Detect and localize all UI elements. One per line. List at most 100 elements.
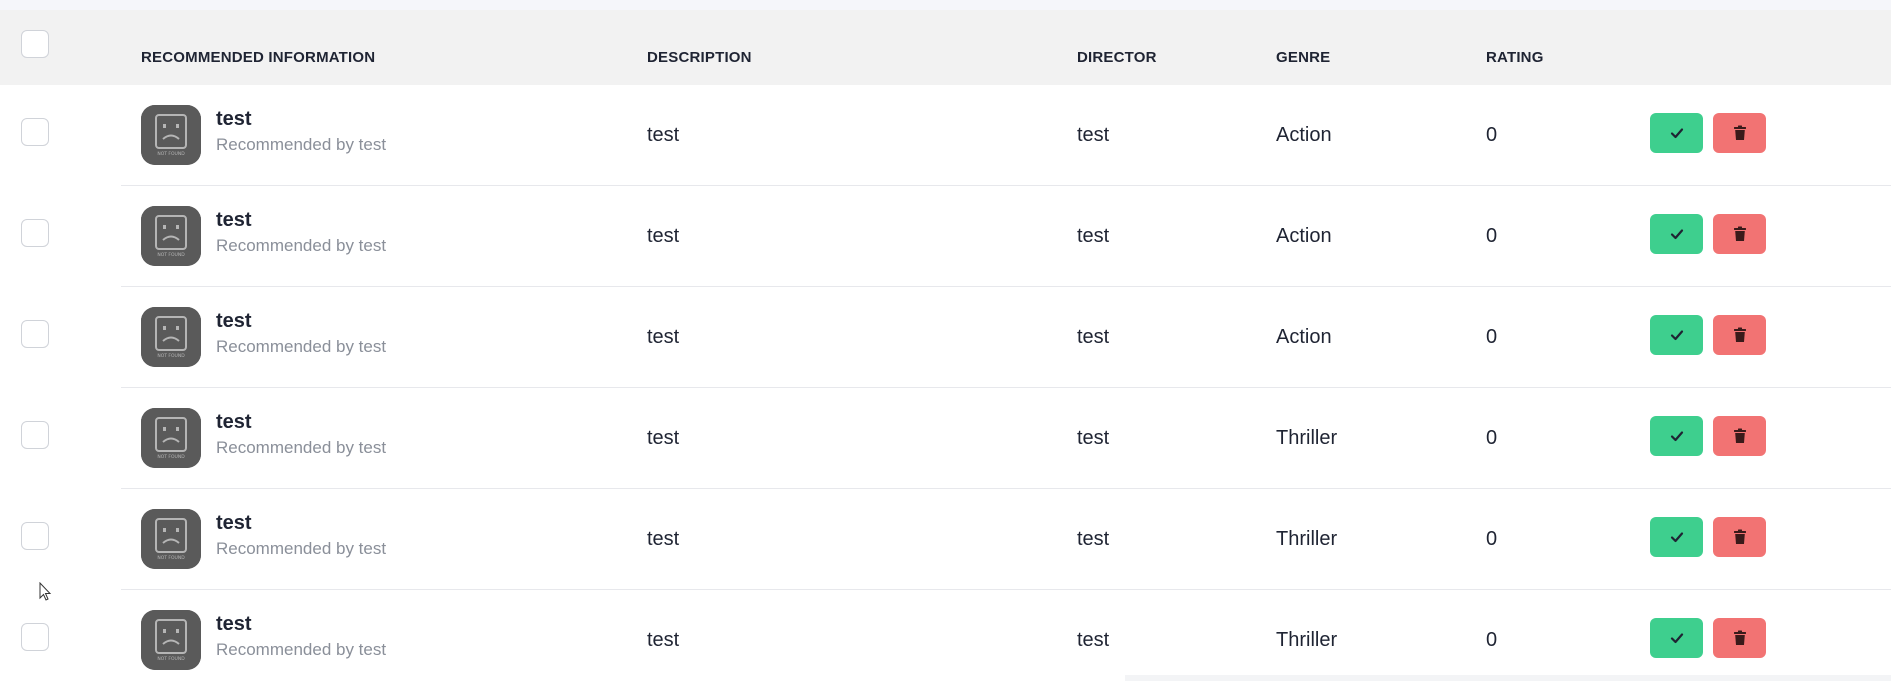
top-strip	[0, 0, 1891, 10]
sad-face-icon: NOT FOUND	[141, 206, 201, 266]
description-cell: test	[647, 629, 680, 651]
director-cell: test	[1077, 629, 1110, 651]
rating-cell: 0	[1486, 629, 1498, 651]
recommendation-title: test	[216, 411, 252, 433]
thumbnail-label: NOT FOUND	[157, 555, 185, 561]
trash-icon	[1733, 226, 1746, 241]
sad-face-icon: NOT FOUND	[141, 408, 201, 468]
column-header-description: DESCRIPTION	[647, 49, 752, 66]
thumbnail-label: NOT FOUND	[157, 656, 185, 662]
director-cell: test	[1077, 528, 1110, 550]
row-checkbox[interactable]	[21, 522, 49, 550]
row-checkbox[interactable]	[21, 623, 49, 651]
approve-button[interactable]	[1650, 618, 1703, 658]
poster-thumbnail: NOT FOUND	[141, 408, 201, 468]
delete-button[interactable]	[1713, 416, 1766, 456]
delete-button[interactable]	[1713, 315, 1766, 355]
sad-face-icon: NOT FOUND	[141, 509, 201, 569]
recommended-by-text: Recommended by test	[216, 640, 387, 659]
genre-cell: Action	[1276, 124, 1332, 146]
rating-cell: 0	[1486, 225, 1498, 247]
poster-thumbnail: NOT FOUND	[141, 307, 201, 367]
rating-cell: 0	[1486, 528, 1498, 550]
description-cell: test	[647, 124, 680, 146]
genre-cell: Thriller	[1276, 629, 1338, 651]
poster-thumbnail: NOT FOUND	[141, 610, 201, 670]
mouse-cursor-icon	[39, 582, 52, 601]
poster-thumbnail: NOT FOUND	[141, 509, 201, 569]
check-icon	[1670, 128, 1683, 139]
director-cell: test	[1077, 326, 1110, 348]
recommended-by-text: Recommended by test	[216, 539, 387, 558]
thumbnail-label: NOT FOUND	[157, 252, 185, 258]
check-icon	[1670, 229, 1683, 240]
column-header-genre: GENRE	[1276, 49, 1331, 66]
column-header-director: DIRECTOR	[1077, 49, 1157, 66]
recommendation-title: test	[216, 613, 252, 635]
poster-thumbnail: NOT FOUND	[141, 206, 201, 266]
recommendation-title: test	[216, 108, 252, 130]
table-row: NOT FOUND test Recommended by test test …	[0, 489, 1891, 590]
approve-button[interactable]	[1650, 315, 1703, 355]
table-header: RECOMMENDED INFORMATION DESCRIPTION DIRE…	[0, 10, 1891, 85]
genre-cell: Action	[1276, 326, 1332, 348]
sad-face-icon: NOT FOUND	[141, 610, 201, 670]
recommendation-title: test	[216, 310, 252, 332]
thumbnail-label: NOT FOUND	[157, 353, 185, 359]
row-checkbox[interactable]	[21, 421, 49, 449]
rating-cell: 0	[1486, 427, 1498, 449]
director-cell: test	[1077, 427, 1110, 449]
delete-button[interactable]	[1713, 214, 1766, 254]
description-cell: test	[647, 225, 680, 247]
table-row: NOT FOUND test Recommended by test test …	[0, 590, 1891, 681]
thumbnail-label: NOT FOUND	[157, 151, 185, 157]
rating-cell: 0	[1486, 326, 1498, 348]
recommendation-title: test	[216, 209, 252, 231]
delete-button[interactable]	[1713, 113, 1766, 153]
sad-face-icon: NOT FOUND	[141, 307, 201, 367]
genre-cell: Action	[1276, 225, 1332, 247]
genre-cell: Thriller	[1276, 528, 1338, 550]
row-checkbox[interactable]	[21, 219, 49, 247]
director-cell: test	[1077, 124, 1110, 146]
row-checkbox[interactable]	[21, 118, 49, 146]
trash-icon	[1733, 428, 1746, 443]
trash-icon	[1733, 529, 1746, 544]
recommendations-page: RECOMMENDED INFORMATION DESCRIPTION DIRE…	[0, 0, 1891, 681]
table-row: NOT FOUND test Recommended by test test …	[0, 287, 1891, 388]
trash-icon	[1733, 327, 1746, 342]
table-row: NOT FOUND test Recommended by test test …	[0, 388, 1891, 489]
select-all-checkbox[interactable]	[21, 30, 49, 58]
approve-button[interactable]	[1650, 113, 1703, 153]
sad-face-icon: NOT FOUND	[141, 105, 201, 165]
approve-button[interactable]	[1650, 416, 1703, 456]
row-checkbox[interactable]	[21, 320, 49, 348]
recommended-by-text: Recommended by test	[216, 337, 387, 356]
trash-icon	[1733, 630, 1746, 645]
check-icon	[1670, 330, 1683, 341]
rating-cell: 0	[1486, 124, 1498, 146]
check-icon	[1670, 633, 1683, 644]
table-row: NOT FOUND test Recommended by test test …	[0, 85, 1891, 186]
recommended-by-text: Recommended by test	[216, 135, 387, 154]
genre-cell: Thriller	[1276, 427, 1338, 449]
recommended-by-text: Recommended by test	[216, 438, 387, 457]
recommendation-title: test	[216, 512, 252, 534]
recommended-by-text: Recommended by test	[216, 236, 387, 255]
approve-button[interactable]	[1650, 214, 1703, 254]
check-icon	[1670, 431, 1683, 442]
description-cell: test	[647, 326, 680, 348]
column-header-info: RECOMMENDED INFORMATION	[141, 49, 376, 66]
check-icon	[1670, 532, 1683, 543]
bottom-strip	[1125, 675, 1891, 681]
poster-thumbnail: NOT FOUND	[141, 105, 201, 165]
approve-button[interactable]	[1650, 517, 1703, 557]
description-cell: test	[647, 528, 680, 550]
thumbnail-label: NOT FOUND	[157, 454, 185, 460]
column-header-rating: RATING	[1486, 49, 1544, 66]
director-cell: test	[1077, 225, 1110, 247]
trash-icon	[1733, 125, 1746, 140]
delete-button[interactable]	[1713, 618, 1766, 658]
delete-button[interactable]	[1713, 517, 1766, 557]
description-cell: test	[647, 427, 680, 449]
